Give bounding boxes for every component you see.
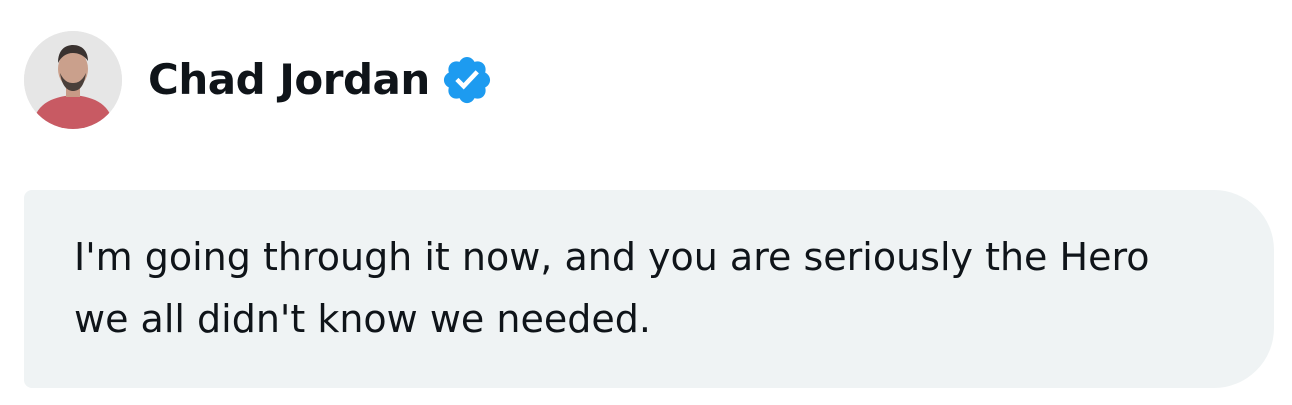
person-photo-icon bbox=[24, 31, 122, 129]
author-name-row: Chad Jordan bbox=[148, 53, 494, 107]
message-header: Chad Jordan bbox=[24, 30, 494, 130]
message-bubble[interactable]: I'm going through it now, and you are se… bbox=[24, 190, 1274, 388]
avatar[interactable] bbox=[24, 31, 122, 129]
verified-badge-icon bbox=[440, 53, 494, 107]
author-name[interactable]: Chad Jordan bbox=[148, 59, 430, 101]
message-text: I'm going through it now, and you are se… bbox=[74, 235, 1150, 341]
